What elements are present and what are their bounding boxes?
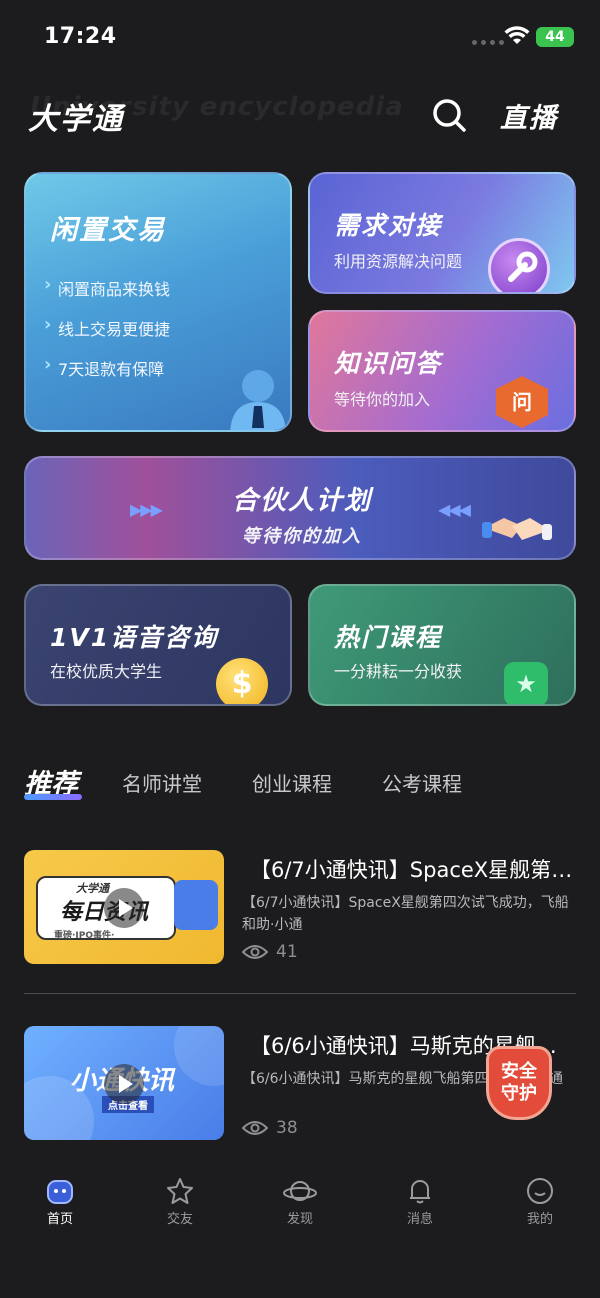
handshake-icon: [482, 518, 552, 540]
voice-consult-title: 1V1语音咨询: [50, 623, 219, 652]
star-outline-icon: [167, 1178, 193, 1204]
person-icon: [230, 370, 286, 430]
qa-card[interactable]: 知识问答 等待你的加入 问: [308, 310, 576, 432]
partner-plan-banner[interactable]: ▶▶▶ ◀◀◀ 合伙人计划 等待你的加入: [24, 456, 576, 560]
view-count-value: 41: [276, 942, 298, 962]
signal-dots-icon: [472, 40, 504, 45]
nav-discover-label: 发现: [286, 1212, 313, 1227]
safety-badge-line1: 安全: [501, 1061, 537, 1082]
nav-messages-label: 消息: [406, 1212, 433, 1227]
feed-item[interactable]: 大学通 每日资讯 重磅·IPO事件· 【6/7小通快讯】SpaceX星舰第四次试…: [24, 850, 576, 966]
hot-courses-card[interactable]: 热门课程 一分耕耘一分收获 ★: [308, 584, 576, 706]
nav-profile[interactable]: 我的: [500, 1174, 580, 1227]
tab-civil-exam-courses[interactable]: 公考课程: [382, 768, 462, 797]
idle-trade-bullet: 闲置商品来换钱: [44, 274, 170, 300]
feed-divider: [24, 993, 576, 994]
tab-startup-courses[interactable]: 创业课程: [252, 768, 332, 797]
play-icon[interactable]: [104, 1064, 144, 1104]
bell-icon: [410, 1180, 430, 1204]
home-icon: [47, 1180, 73, 1204]
view-count: 41: [242, 942, 298, 962]
star-icon: ★: [504, 662, 548, 704]
tab-underline: [24, 794, 82, 800]
demand-card[interactable]: 需求对接 利用资源解决问题: [308, 172, 576, 294]
status-time: 17:24: [44, 24, 117, 49]
content-tabs: 推荐 名师讲堂 创业课程 公考课程: [24, 758, 576, 802]
nav-friends[interactable]: 交友: [140, 1174, 220, 1227]
safety-guard-badge[interactable]: 安全 守护: [486, 1046, 552, 1120]
qa-title: 知识问答: [334, 349, 443, 378]
view-count: 38: [242, 1118, 298, 1138]
bottom-tab-bar: 首页 交友 发现 消息 我的: [0, 1158, 600, 1298]
feed-thumbnail[interactable]: 小通快讯 点击查看: [24, 1026, 224, 1140]
idle-trade-card[interactable]: 闲置交易 闲置商品来换钱 线上交易更便捷 7天退款有保障: [24, 172, 292, 432]
nav-home[interactable]: 首页: [20, 1174, 100, 1227]
coin-icon: $: [216, 658, 268, 704]
idle-trade-title: 闲置交易: [50, 215, 166, 246]
nav-home-label: 首页: [46, 1212, 73, 1227]
demand-subtitle: 利用资源解决问题: [334, 252, 463, 271]
eye-icon: [242, 1121, 268, 1135]
planet-icon: [283, 1181, 317, 1201]
play-icon[interactable]: [104, 888, 144, 928]
feed-item-title[interactable]: 【6/7小通快讯】SpaceX星舰第四次试飞成功，飞船和助推器: [250, 854, 576, 884]
nav-profile-label: 我的: [526, 1212, 553, 1227]
demand-title: 需求对接: [334, 211, 443, 240]
hot-courses-subtitle: 一分耕耘一分收获: [334, 662, 463, 681]
eye-icon: [242, 945, 268, 959]
qa-subtitle: 等待你的加入: [334, 390, 431, 409]
question-icon: 问: [496, 376, 548, 428]
status-bar: 17:24 44: [0, 0, 600, 72]
feed-thumbnail[interactable]: 大学通 每日资讯 重磅·IPO事件·: [24, 850, 224, 964]
voice-consult-subtitle: 在校优质大学生: [50, 662, 163, 681]
tab-famous-teachers[interactable]: 名师讲堂: [122, 768, 202, 797]
safety-badge-line2: 守护: [501, 1083, 537, 1104]
search-icon[interactable]: [432, 98, 466, 132]
view-count-value: 38: [276, 1118, 298, 1138]
app-title: 大学通: [28, 102, 124, 137]
idle-trade-bullet: 7天退款有保障: [44, 354, 164, 380]
nav-discover[interactable]: 发现: [260, 1174, 340, 1227]
hot-courses-title: 热门课程: [334, 623, 443, 652]
voice-consult-card[interactable]: 1V1语音咨询 在校优质大学生 $: [24, 584, 292, 706]
smile-icon: [527, 1178, 553, 1204]
thumb-tag: 重磅·IPO事件·: [54, 931, 115, 941]
wrench-icon: [488, 238, 550, 292]
nav-friends-label: 交友: [166, 1212, 193, 1227]
idle-trade-bullet: 线上交易更便捷: [44, 314, 170, 340]
nav-messages[interactable]: 消息: [380, 1174, 460, 1227]
feed-item-description: 【6/7小通快讯】SpaceX星舰第四次试飞成功，飞船和助·小通: [242, 895, 569, 933]
battery-indicator: 44: [536, 27, 574, 47]
live-button[interactable]: 直播: [500, 96, 558, 135]
app-header: University encyclopedia 大学通 直播: [0, 72, 600, 160]
wifi-icon: [504, 26, 530, 44]
